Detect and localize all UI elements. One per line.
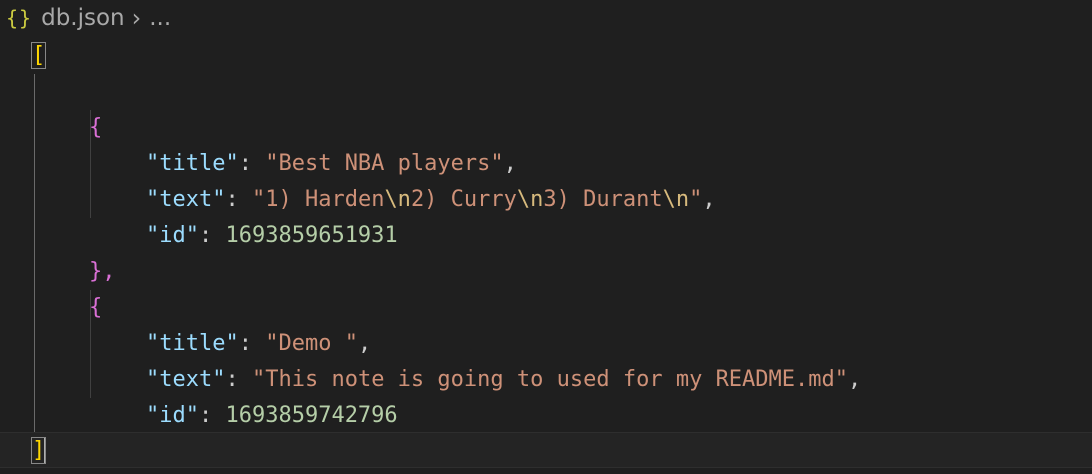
object-open-brace: { — [89, 115, 103, 140]
json-string-part: "1) Harden — [251, 187, 385, 212]
code-editor[interactable]: [ { "title": "Best NBA players", "text":… — [0, 38, 1092, 474]
object-close-brace: }, — [89, 259, 116, 284]
breadcrumb-file-name[interactable]: db.json — [41, 5, 125, 31]
code-line: "id": 1693859651931 — [146, 223, 398, 248]
json-number-value: 1693859651931 — [225, 223, 398, 248]
json-string-part: 2) Curry — [410, 187, 517, 212]
escape-sequence: \n — [516, 187, 544, 212]
object-open-brace: { — [89, 295, 103, 320]
breadcrumb-more[interactable]: ... — [149, 5, 171, 31]
chevron-right-icon: › — [131, 4, 142, 32]
json-key: "title" — [146, 331, 239, 356]
close-bracket: ] — [30, 437, 47, 464]
json-key: "id" — [146, 403, 199, 428]
code-line: "title": "Demo ", — [146, 331, 372, 356]
code-line: "text": "1) Harden\n2) Curry\n3) Durant\… — [146, 187, 716, 212]
json-key: "id" — [146, 223, 199, 248]
code-line: { — [0, 290, 1092, 326]
json-string-value: "This note is going to used for my READM… — [251, 367, 849, 392]
json-string-value: "Demo " — [265, 331, 358, 356]
code-line: "title": "Best NBA players", — [146, 151, 517, 176]
code-line: "text": "This note is going to used for … — [146, 367, 862, 392]
code-line: }, — [0, 254, 1092, 290]
json-string-value: "Best NBA players" — [265, 151, 504, 176]
json-file-icon: {} — [6, 6, 33, 30]
escape-sequence: \n — [662, 187, 690, 212]
text-cursor — [44, 438, 47, 464]
breadcrumb: {} db.json › ... — [0, 0, 171, 36]
escape-sequence: \n — [384, 187, 411, 212]
json-key: "text" — [146, 367, 226, 392]
json-string-part: " — [689, 187, 703, 212]
code-line: [ — [0, 38, 1092, 74]
current-code-line[interactable]: ] — [0, 432, 1092, 468]
code-line: "id": 1693859742796 — [146, 403, 398, 428]
json-string-part: 3) Durant — [543, 187, 663, 212]
json-number-value: 1693859742796 — [225, 403, 398, 428]
code-line: { — [0, 110, 1092, 146]
json-key: "text" — [146, 187, 226, 212]
open-bracket: [ — [30, 42, 47, 69]
json-key: "title" — [146, 151, 239, 176]
